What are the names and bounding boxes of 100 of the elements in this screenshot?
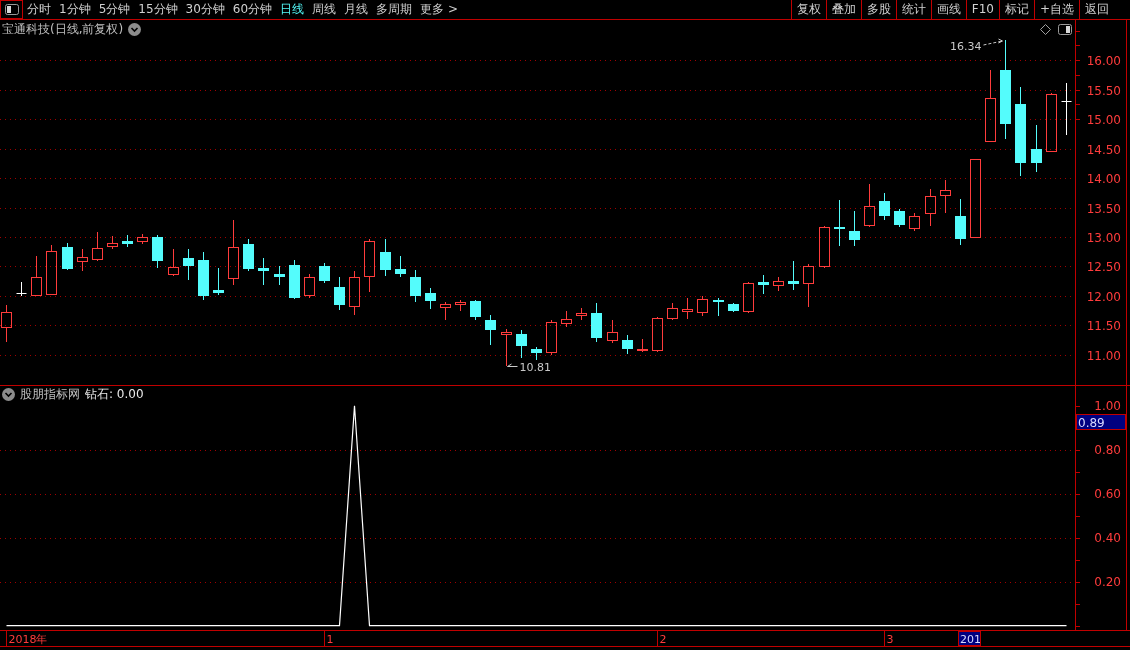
candlestick: [304, 273, 315, 299]
toolbar-button[interactable]: 叠加: [825, 0, 861, 19]
candlestick: [501, 328, 512, 367]
indicator-axis-label: 1.00: [1094, 399, 1121, 414]
candlestick: [1031, 124, 1042, 173]
candlestick: [788, 260, 799, 291]
candlestick: [107, 235, 118, 250]
price-axis-label: 11.00: [1086, 348, 1121, 363]
candlestick: [713, 297, 724, 317]
candlestick: [334, 276, 345, 311]
candlestick: [380, 238, 391, 277]
candlestick: [925, 188, 936, 227]
candlestick: [485, 314, 496, 346]
toolbar-button[interactable]: 返回: [1079, 0, 1114, 19]
candlestick: [395, 255, 406, 278]
price-axis-label: 12.50: [1086, 259, 1121, 274]
indicator-name: 股朋指标网: [20, 385, 80, 403]
candlestick: [349, 270, 360, 316]
candlestick: [274, 265, 285, 286]
price-marker-label: 16.34: [950, 40, 982, 53]
toolbar-button[interactable]: 标记: [998, 0, 1034, 19]
chart-title: 宝通科技(日线,前复权): [2, 20, 124, 38]
candlestick: [410, 269, 421, 303]
candlestick: [955, 198, 966, 246]
period-tab[interactable]: 更多 >: [416, 0, 462, 19]
chevron-down-icon[interactable]: [2, 387, 15, 401]
candlestick: [425, 287, 436, 310]
candlestick: [561, 310, 572, 328]
period-tab[interactable]: 1分钟: [55, 0, 95, 19]
candlestick: [773, 276, 784, 292]
candlestick: [455, 299, 466, 312]
price-axis-label: 16.00: [1086, 53, 1121, 68]
chevron-down-icon[interactable]: [128, 22, 142, 36]
price-axis-label: 14.00: [1086, 171, 1121, 186]
candlestick: [516, 329, 527, 359]
candlestick: [743, 281, 754, 314]
candlestick: [122, 234, 133, 248]
panel-icon: [4, 4, 19, 15]
period-tab[interactable]: 分时: [23, 0, 55, 19]
candlestick: [198, 251, 209, 301]
period-tab[interactable]: 5分钟: [94, 0, 135, 19]
candlestick: [1046, 92, 1057, 152]
time-axis-label: 3: [886, 632, 894, 646]
panel-toggle-button[interactable]: [0, 0, 23, 19]
price-axis-label: 13.50: [1086, 201, 1121, 216]
time-axis-label: 1: [326, 632, 334, 646]
candlestick: [622, 334, 633, 355]
candlestick: [228, 219, 239, 286]
candlestick: [168, 248, 179, 277]
indicator-axis-label: 0.40: [1094, 531, 1121, 546]
panel-icon[interactable]: [1058, 23, 1072, 35]
diamond-icon[interactable]: [1040, 23, 1051, 35]
candlestick: [289, 259, 300, 300]
indicator-axis-label: 0.80: [1094, 443, 1121, 458]
candlestick: [864, 183, 875, 228]
period-tab[interactable]: 多周期: [372, 0, 417, 19]
toolbar-button[interactable]: 复权: [790, 0, 826, 19]
indicator-axis-label: 0.60: [1094, 487, 1121, 502]
candlestick: [258, 257, 269, 286]
toolbar-button[interactable]: 统计: [895, 0, 931, 19]
candlestick: [319, 262, 330, 284]
toolbar-button[interactable]: 多股: [860, 0, 896, 19]
candlestick: [470, 299, 481, 321]
pointer-arrow: [507, 363, 518, 367]
candlestick: [546, 319, 557, 356]
price-marker-label: 10.81: [519, 361, 551, 374]
candlestick: [576, 307, 587, 321]
candlestick: [667, 302, 678, 321]
candlestick: [77, 248, 88, 272]
indicator-value: 钻石: 0.00: [85, 385, 144, 403]
cursor-time-label: 201: [958, 631, 981, 646]
period-tab[interactable]: 周线: [308, 0, 341, 19]
candlestick: [364, 238, 375, 293]
indicator-axis-label: 0.20: [1094, 575, 1121, 590]
pointer-arrow: [983, 38, 1003, 46]
candlestick: [803, 263, 814, 308]
period-tab[interactable]: 日线: [276, 0, 309, 19]
time-axis-label: 2: [659, 632, 667, 646]
candlestick: [849, 210, 860, 247]
toolbar-button[interactable]: 画线: [930, 0, 966, 19]
price-axis-label: 15.00: [1086, 112, 1121, 127]
candlestick: [62, 242, 73, 271]
period-tab[interactable]: 60分钟: [228, 0, 277, 19]
candlestick: [243, 238, 254, 272]
candlestick: [1061, 82, 1072, 136]
period-tab[interactable]: 月线: [340, 0, 373, 19]
toolbar-button[interactable]: +自选: [1033, 0, 1079, 19]
toolbar-button[interactable]: F10: [965, 0, 999, 19]
candlestick: [940, 179, 951, 214]
candlestick: [152, 234, 163, 269]
candlestick: [819, 225, 830, 269]
candlestick: [183, 248, 194, 281]
candlestick: [92, 231, 103, 262]
cursor-value-label: 0.89: [1076, 414, 1126, 430]
period-tab[interactable]: 15分钟: [134, 0, 182, 19]
price-axis-label: 12.00: [1086, 289, 1121, 304]
candlestick: [607, 319, 618, 344]
period-tab[interactable]: 30分钟: [181, 0, 229, 19]
price-axis-label: 11.50: [1086, 318, 1121, 333]
candlestick: [728, 302, 739, 313]
